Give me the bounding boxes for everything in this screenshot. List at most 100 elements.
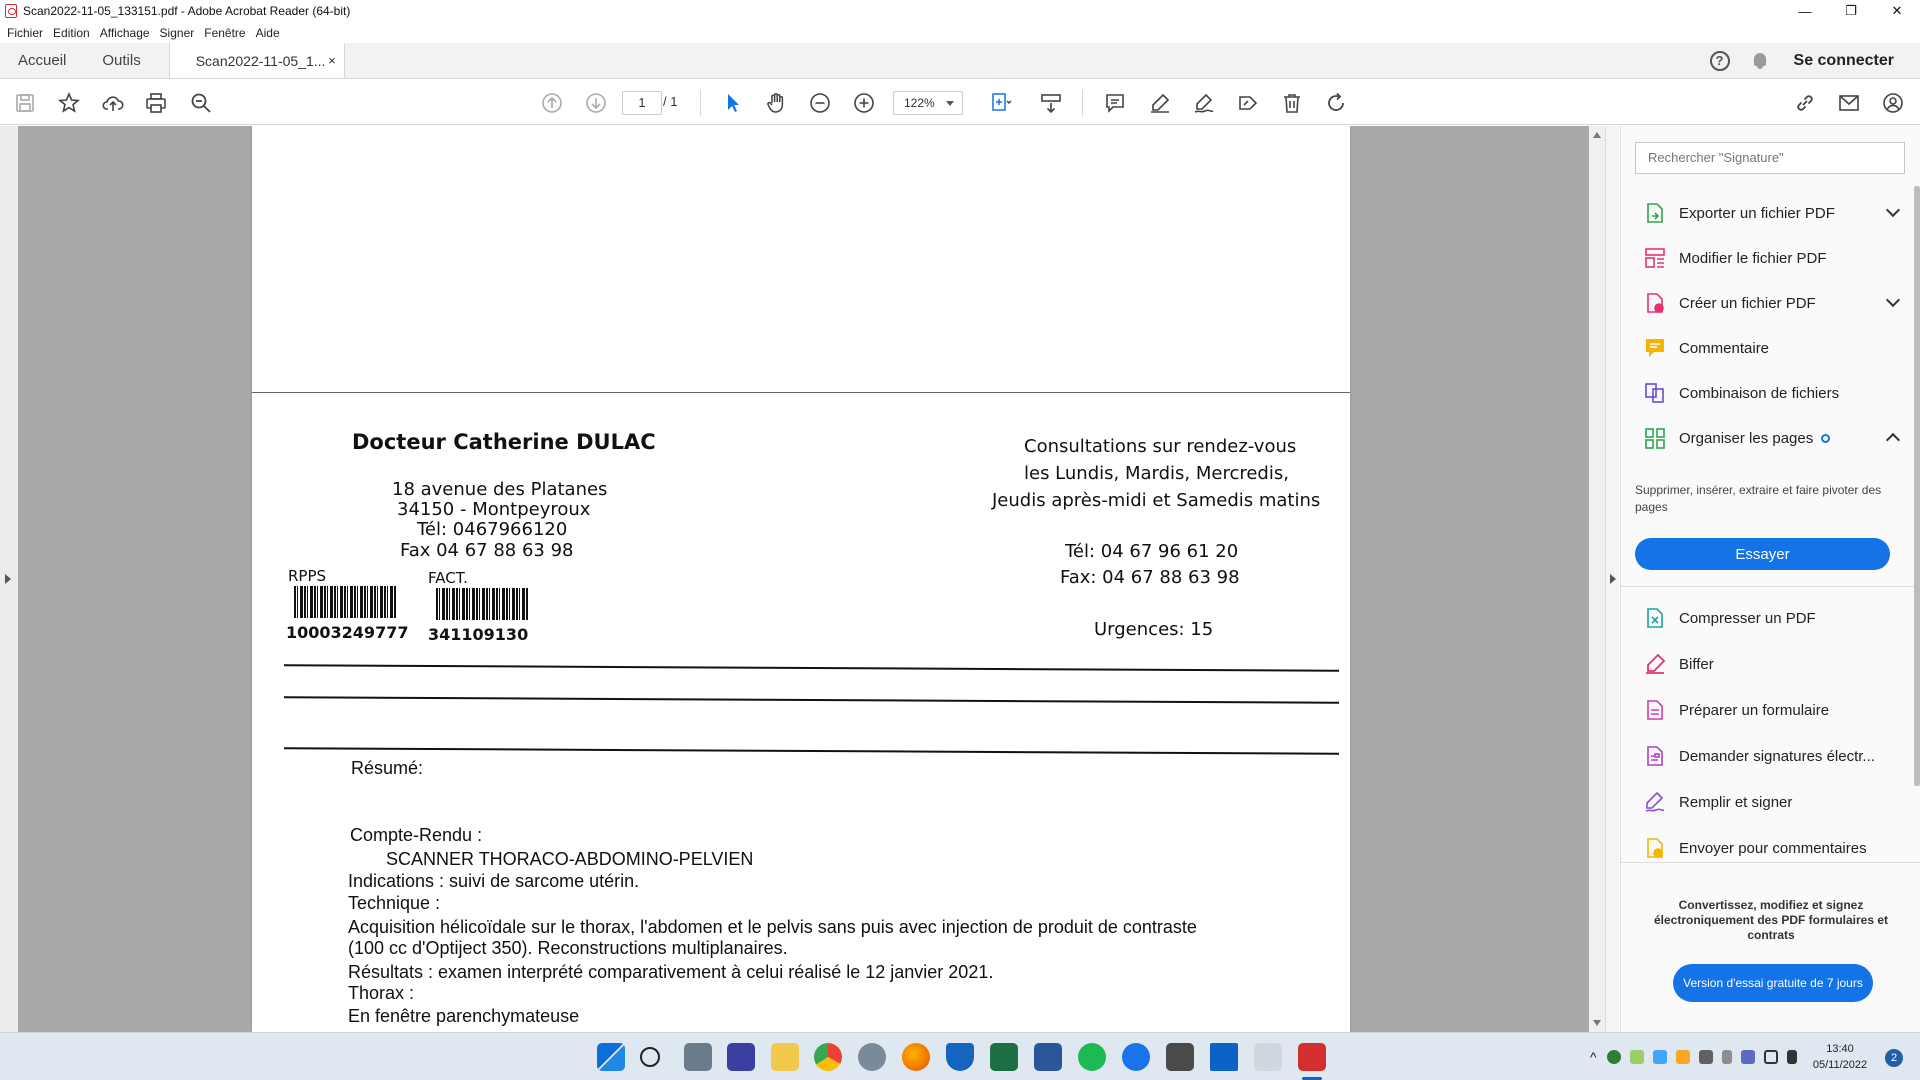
- right-panel-toggle[interactable]: [1605, 126, 1619, 1032]
- file-explorer-icon[interactable]: [771, 1043, 799, 1071]
- delete-trash-icon[interactable]: [1279, 90, 1305, 116]
- tab-document[interactable]: Scan2022-11-05_1... ×: [168, 43, 345, 78]
- menu-edit[interactable]: Edition: [53, 26, 90, 40]
- tray-app-icon[interactable]: [1629, 1050, 1644, 1064]
- page-fit-icon[interactable]: [988, 90, 1014, 116]
- page-number-input[interactable]: 1: [622, 91, 662, 115]
- tool-request-signatures[interactable]: Demander signatures électr...: [1643, 741, 1875, 771]
- app-icon[interactable]: [1254, 1043, 1282, 1071]
- tool-fill-sign[interactable]: Remplir et signer: [1643, 787, 1792, 817]
- next-page-icon[interactable]: [583, 90, 609, 116]
- tool-comment[interactable]: Commentaire: [1643, 333, 1769, 363]
- upload-cloud-icon[interactable]: [100, 90, 126, 116]
- tray-app-icon[interactable]: [1675, 1050, 1690, 1064]
- tool-prepare-form[interactable]: Préparer un formulaire: [1643, 695, 1829, 725]
- tab-tools[interactable]: Outils: [84, 43, 158, 78]
- volume-icon[interactable]: [1786, 1050, 1797, 1064]
- link-icon[interactable]: [1792, 90, 1818, 116]
- tool-compress-pdf[interactable]: Compresser un PDF: [1643, 603, 1816, 633]
- scroll-up-icon[interactable]: [1593, 132, 1601, 138]
- panel-scroll-thumb[interactable]: [1914, 186, 1920, 786]
- scroll-down-icon[interactable]: [1593, 1020, 1601, 1026]
- scan-fold-line: [252, 392, 1350, 393]
- try-button[interactable]: Essayer: [1635, 538, 1890, 570]
- display-icon[interactable]: [1763, 1050, 1778, 1064]
- document-viewer[interactable]: Docteur Catherine DULAC 18 avenue des Pl…: [0, 126, 1605, 1032]
- word-icon[interactable]: [1034, 1043, 1062, 1071]
- previous-page-icon[interactable]: [539, 90, 565, 116]
- spotify-icon[interactable]: [1078, 1043, 1106, 1071]
- save-icon[interactable]: [12, 90, 38, 116]
- zoom-in-icon[interactable]: [851, 90, 877, 116]
- chevron-up-icon[interactable]: [1885, 432, 1901, 448]
- draw-signature-icon[interactable]: [1191, 90, 1217, 116]
- network-tool-icon[interactable]: [1210, 1043, 1238, 1071]
- tool-create-pdf[interactable]: Créer un fichier PDF: [1643, 288, 1816, 318]
- panel-scrollbar[interactable]: [1914, 186, 1920, 786]
- scroll-mode-icon[interactable]: [1038, 90, 1064, 116]
- settings-gear-icon[interactable]: [858, 1043, 886, 1071]
- tool-send-comments[interactable]: Envoyer pour commentaires: [1643, 833, 1867, 863]
- select-cursor-icon[interactable]: [720, 90, 746, 116]
- print-icon[interactable]: [143, 90, 169, 116]
- tool-redact[interactable]: Biffer: [1643, 649, 1714, 679]
- system-clock[interactable]: 13:40 05/11/2022: [1800, 1041, 1880, 1073]
- notification-bell-icon[interactable]: [1752, 52, 1768, 70]
- help-icon[interactable]: ?: [1709, 50, 1730, 71]
- tool-label: Envoyer pour commentaires: [1679, 839, 1867, 857]
- notification-badge[interactable]: 2: [1885, 1049, 1903, 1067]
- tab-home[interactable]: Accueil: [0, 43, 84, 78]
- defender-shield-icon[interactable]: [946, 1043, 974, 1071]
- close-window-button[interactable]: ✕: [1874, 0, 1920, 22]
- zoom-level-dropdown[interactable]: 122%: [893, 91, 963, 115]
- chevron-down-icon[interactable]: [1885, 202, 1901, 218]
- document-scrollbar[interactable]: [1589, 126, 1605, 1032]
- tray-app-icon[interactable]: [1698, 1050, 1713, 1064]
- account-icon[interactable]: [1880, 90, 1906, 116]
- free-trial-button[interactable]: Version d'essai gratuite de 7 jours: [1673, 964, 1873, 1002]
- chevron-down-icon[interactable]: [1885, 292, 1901, 308]
- activity-icon[interactable]: [1122, 1043, 1150, 1071]
- tool-organize-pages[interactable]: Organiser les pages: [1643, 423, 1831, 453]
- tool-combine-files[interactable]: Combinaison de fichiers: [1643, 378, 1839, 408]
- app-icon[interactable]: [727, 1043, 755, 1071]
- tool-search-input[interactable]: Rechercher "Signature": [1635, 142, 1905, 174]
- email-icon[interactable]: [1836, 90, 1862, 116]
- minimize-button[interactable]: —: [1782, 0, 1828, 22]
- search-icon[interactable]: [640, 1047, 660, 1067]
- acrobat-taskbar-icon[interactable]: [1298, 1043, 1326, 1071]
- rotate-icon[interactable]: [1323, 90, 1349, 116]
- tool-export-pdf[interactable]: Exporter un fichier PDF: [1643, 198, 1835, 228]
- excel-icon[interactable]: [990, 1043, 1018, 1071]
- tool-edit-pdf[interactable]: Modifier le fichier PDF: [1643, 243, 1827, 273]
- tray-app-icon[interactable]: [1652, 1050, 1667, 1064]
- title-bar: Scan2022-11-05_133151.pdf - Adobe Acroba…: [0, 0, 1920, 22]
- highlight-pen-icon[interactable]: [1147, 90, 1173, 116]
- maximize-button[interactable]: ❐: [1828, 0, 1874, 22]
- firefox-icon[interactable]: [902, 1043, 930, 1071]
- comment-icon[interactable]: [1102, 90, 1128, 116]
- sign-in-button[interactable]: Se connecter: [1794, 52, 1894, 70]
- menu-file[interactable]: Fichier: [7, 26, 43, 40]
- battery-icon[interactable]: [1721, 1050, 1732, 1064]
- task-view-icon[interactable]: [684, 1043, 712, 1071]
- bookmark-star-icon[interactable]: [56, 90, 82, 116]
- tray-chevron-icon[interactable]: ^: [1590, 1049, 1597, 1065]
- share-edit-icon[interactable]: [1235, 90, 1261, 116]
- search-zoom-icon[interactable]: [188, 90, 214, 116]
- zoom-out-icon[interactable]: [807, 90, 833, 116]
- menu-help[interactable]: Aide: [256, 26, 280, 40]
- hand-tool-icon[interactable]: [763, 90, 789, 116]
- menu-window[interactable]: Fenêtre: [204, 26, 245, 40]
- menu-sign[interactable]: Signer: [160, 26, 195, 40]
- windows-start-icon[interactable]: [597, 1043, 625, 1071]
- chrome-icon[interactable]: [814, 1043, 842, 1071]
- request-signatures-icon: [1643, 744, 1667, 768]
- close-tab-icon[interactable]: ×: [328, 53, 336, 68]
- left-panel-toggle[interactable]: [0, 126, 18, 1032]
- printer-app-icon[interactable]: [1166, 1043, 1194, 1071]
- menu-view[interactable]: Affichage: [100, 26, 150, 40]
- tray-app-icon[interactable]: [1740, 1050, 1755, 1064]
- tray-app-icon[interactable]: [1606, 1050, 1621, 1064]
- report-line: Indications : suivi de sarcome utérin.: [348, 871, 640, 891]
